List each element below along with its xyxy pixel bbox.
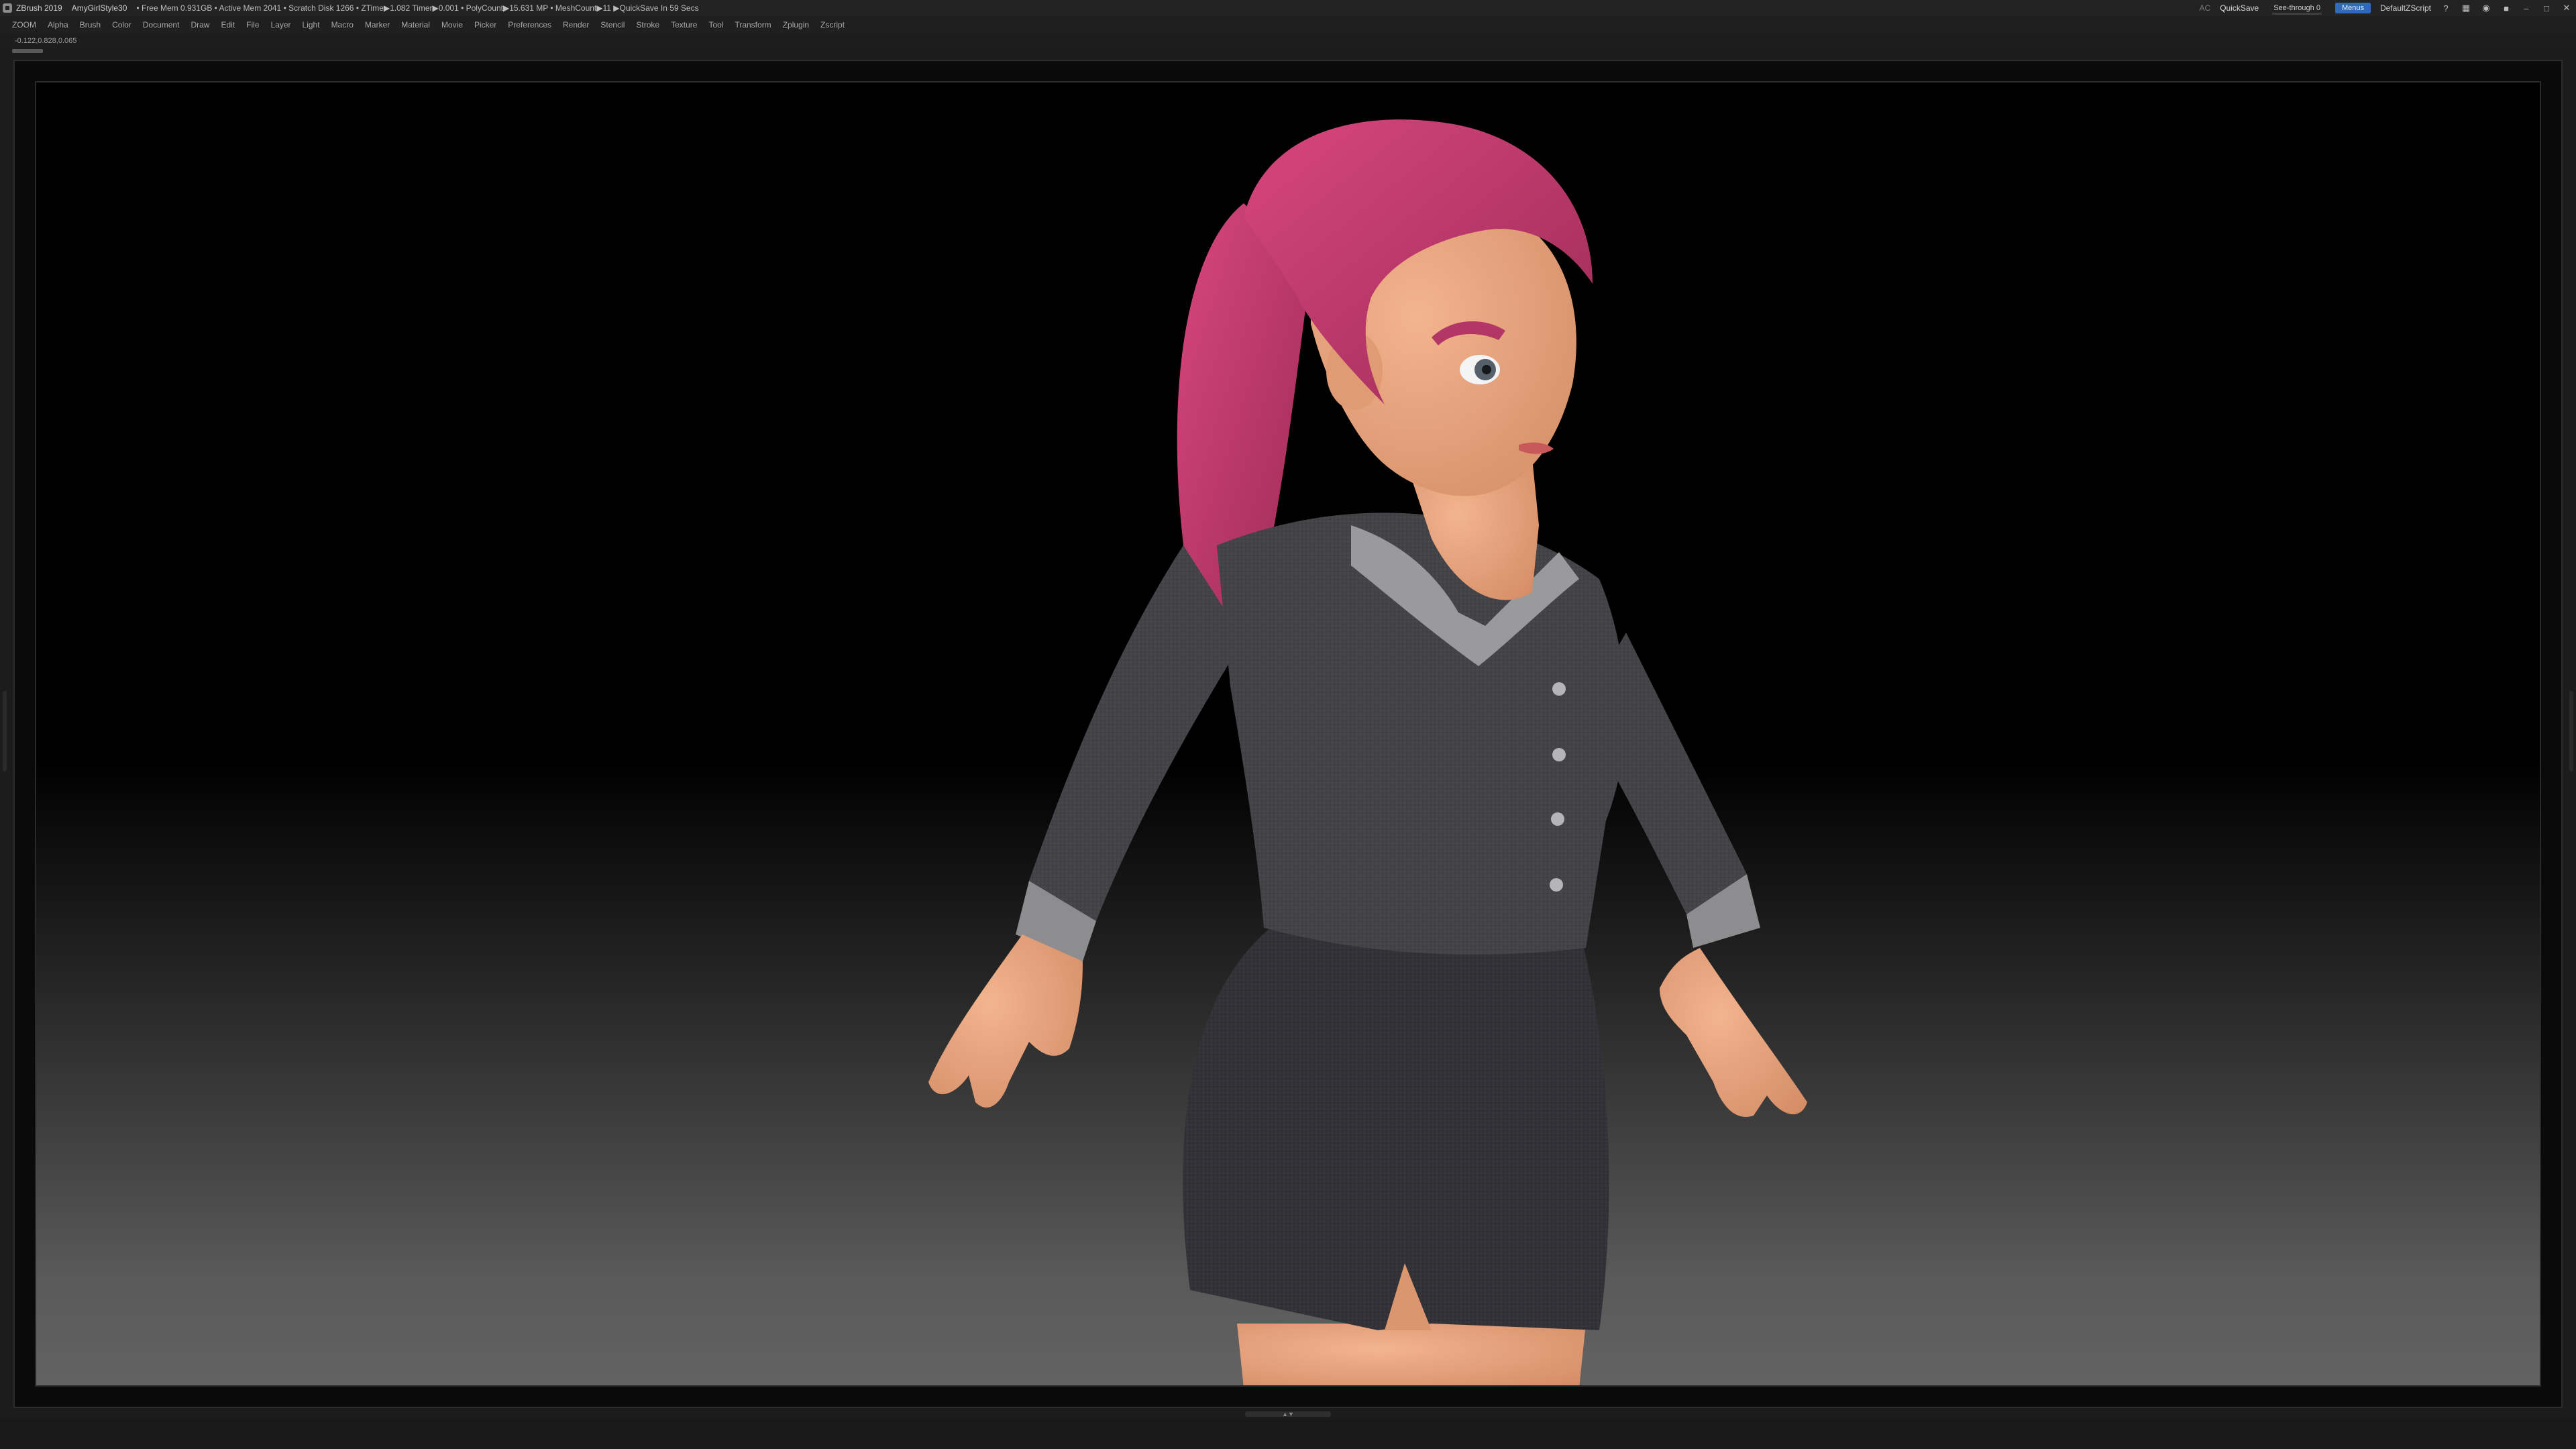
title-bar: ZBrush 2019 AmyGirlStyle30 • Free Mem 0.… [0, 0, 2576, 16]
menu-brush[interactable]: Brush [80, 20, 101, 30]
menu-zplugin[interactable]: Zplugin [783, 20, 809, 30]
menu-light[interactable]: Light [303, 20, 320, 30]
menu-texture[interactable]: Texture [671, 20, 697, 30]
pupil [1482, 365, 1491, 374]
palette-icon[interactable]: ◉ [2481, 3, 2491, 13]
maximize-icon[interactable]: □ [2541, 3, 2552, 13]
title-bar-controls: AC QuickSave See-through 0 Menus Default… [2200, 0, 2572, 16]
menu-document[interactable]: Document [143, 20, 180, 30]
minimize-icon[interactable]: – [2521, 3, 2532, 13]
project-name: AmyGirlStyle30 [71, 3, 127, 13]
menu-stencil[interactable]: Stencil [600, 20, 625, 30]
system-stats: • Free Mem 0.931GB • Active Mem 2041 • S… [136, 3, 699, 13]
cursor-coordinates: -0.122,0.828,0.065 [15, 37, 77, 45]
bottom-tray-handle[interactable]: ▲▼ [1245, 1411, 1331, 1417]
menu-marker[interactable]: Marker [365, 20, 390, 30]
default-zscript-button[interactable]: DefaultZScript [2380, 3, 2431, 13]
button-4 [1550, 878, 1563, 892]
menu-transform[interactable]: Transform [735, 20, 771, 30]
zbrush-logo-icon [3, 3, 12, 13]
quicksave-button[interactable]: QuickSave [2220, 3, 2259, 13]
menu-material[interactable]: Material [401, 20, 430, 30]
app-title: ZBrush 2019 [16, 3, 62, 13]
cursor-coordinates-bar: -0.122,0.828,0.065 [0, 34, 2576, 48]
ac-label[interactable]: AC [2200, 3, 2211, 13]
menu-alpha[interactable]: Alpha [48, 20, 68, 30]
progress-indicator [12, 49, 43, 53]
menu-stroke[interactable]: Stroke [636, 20, 659, 30]
left-tray-handle[interactable] [3, 691, 7, 771]
see-through-track [2272, 13, 2322, 15]
menu-preferences[interactable]: Preferences [508, 20, 551, 30]
menu-render[interactable]: Render [563, 20, 589, 30]
menu-color[interactable]: Color [112, 20, 131, 30]
layout-icon[interactable]: ▦ [2461, 3, 2471, 13]
main-menu-bar: ZOOM Alpha Brush Color Document Draw Edi… [0, 16, 2576, 34]
menu-file[interactable]: File [246, 20, 259, 30]
see-through-slider[interactable]: See-through 0 [2268, 4, 2326, 15]
left-hand [928, 934, 1083, 1108]
button-2 [1552, 748, 1566, 761]
bottom-tray [0, 1418, 2576, 1449]
zoom-logo-menu[interactable]: ZOOM [12, 20, 36, 30]
right-tray-handle[interactable] [2569, 691, 2573, 771]
menu-zscript[interactable]: Zscript [820, 20, 845, 30]
menu-movie[interactable]: Movie [441, 20, 463, 30]
legs [1237, 1324, 1586, 1385]
left-sleeve [1029, 545, 1244, 921]
menu-layer[interactable]: Layer [271, 20, 291, 30]
menu-tool[interactable]: Tool [708, 20, 723, 30]
button-1 [1552, 682, 1566, 696]
question-icon[interactable]: ? [2440, 3, 2451, 13]
3d-character-model[interactable] [36, 83, 2541, 1387]
lock-icon[interactable]: ■ [2501, 3, 2512, 13]
menus-toggle-button[interactable]: Menus [2334, 3, 2371, 13]
menu-draw[interactable]: Draw [191, 20, 209, 30]
right-hand [1660, 948, 1807, 1117]
skirt [1183, 928, 1609, 1330]
button-3 [1551, 812, 1564, 826]
see-through-label: See-through 0 [2273, 4, 2320, 12]
menu-picker[interactable]: Picker [474, 20, 496, 30]
document-viewport[interactable] [35, 81, 2541, 1387]
canvas-frame [13, 60, 2563, 1408]
close-icon[interactable]: ✕ [2561, 3, 2572, 13]
menu-edit[interactable]: Edit [221, 20, 235, 30]
menu-macro[interactable]: Macro [331, 20, 354, 30]
